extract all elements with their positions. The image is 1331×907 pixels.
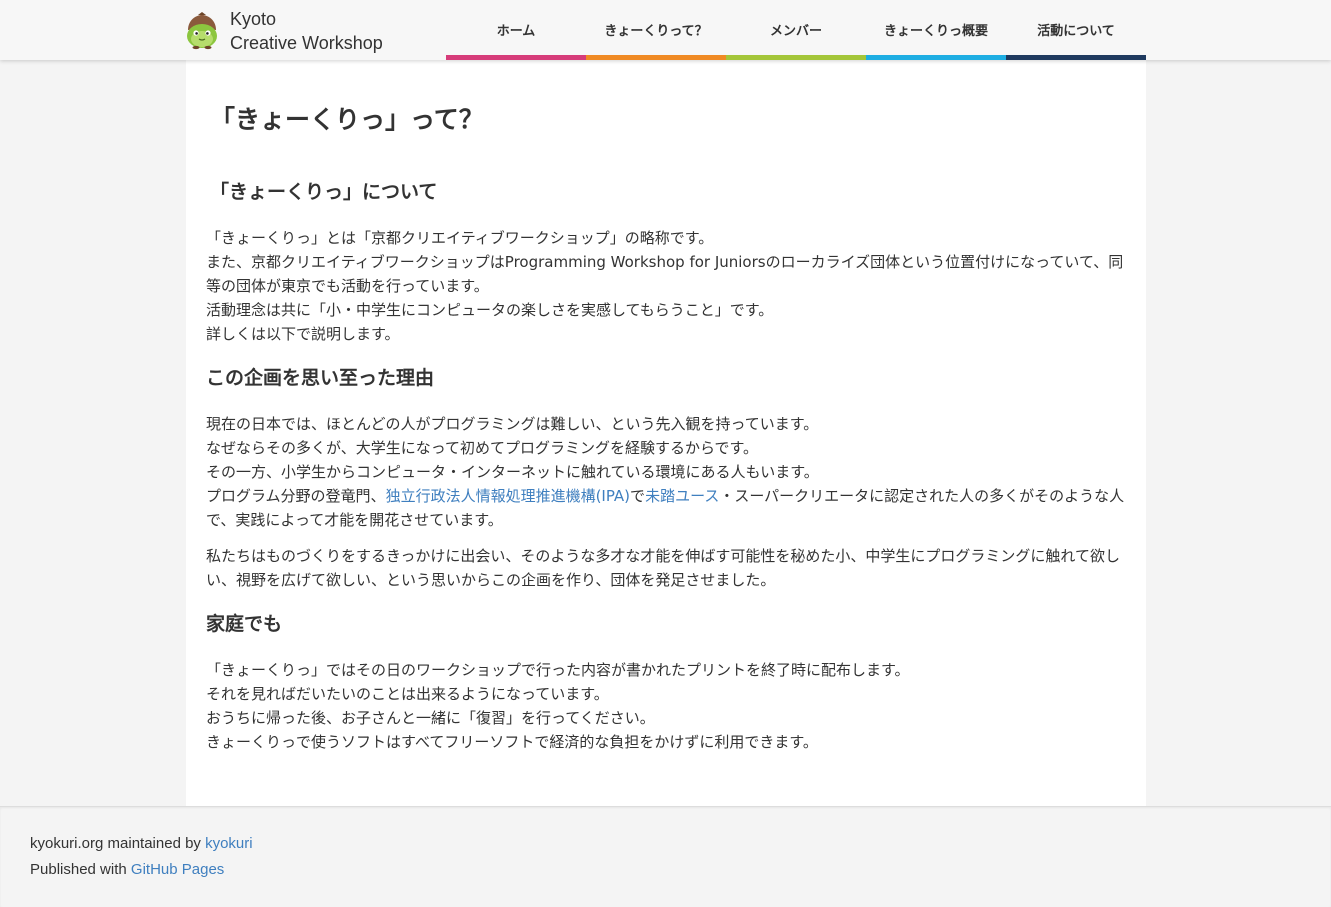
nav-item-home[interactable]: ホーム xyxy=(446,0,586,60)
page-title: 「きょーくりっ」って？ xyxy=(210,105,484,134)
brand-line-2: Creative Workshop xyxy=(230,33,383,53)
article-body: 「きょーくりっ」について 「きょーくりっ」とは「京都クリエイティブワークショップ… xyxy=(206,178,1126,772)
home-line-3: おうちに帰った後、お子さんと一緒に「復習」を行ってください。 xyxy=(206,709,655,727)
reason-line-2: なぜならその多くが、大学生になって初めてプログラミングを経験するからです。 xyxy=(206,439,759,457)
main-content-card: 「きょーくりっ」って？ 「きょーくりっ」について 「きょーくりっ」とは「京都クリ… xyxy=(186,60,1146,806)
section-heading-about: 「きょーくりっ」について xyxy=(210,181,438,203)
site-header: Kyoto Creative Workshop ホーム きょーくりって？ メンバ… xyxy=(0,0,1331,60)
about-paragraph: 「きょーくりっ」とは「京都クリエイティブワークショップ」の略称です。 また、京都… xyxy=(206,226,1126,346)
reason-ipa-line: プログラム分野の登竜門、独立行政法人情報処理推進機構(IPA)で未踏ユース・スー… xyxy=(206,484,1126,532)
site-footer: kyokuri.org maintained by kyokuri Publis… xyxy=(0,806,1331,907)
footer-github-pages-link[interactable]: GitHub Pages xyxy=(131,861,224,878)
footer-published-prefix: Published with xyxy=(30,861,131,878)
footer-maintained-line: kyokuri.org maintained by kyokuri xyxy=(30,835,253,852)
home-line-2: それを見ればだいたいのことは出来るようになっています。 xyxy=(206,685,609,703)
home-line-1: 「きょーくりっ」ではその日のワークショップで行った内容が書かれたプリントを終了時… xyxy=(206,661,910,679)
about-line-3: 活動理念は共に「小・中学生にコンピュータの楽しさを実感してもらうこと」です。 xyxy=(206,301,774,319)
nav-item-members[interactable]: メンバー xyxy=(726,0,866,60)
footer-kyokuri-link[interactable]: kyokuri xyxy=(205,835,253,852)
main-navigation: ホーム きょーくりって？ メンバー きょーくりっ概要 活動について xyxy=(446,0,1146,60)
brand-name: Kyoto Creative Workshop xyxy=(230,7,383,55)
kyokuri-chestnut-mascot-icon xyxy=(187,12,217,50)
nav-item-about[interactable]: きょーくりって？ xyxy=(586,0,726,60)
reason-paragraph-1: 現在の日本では、ほとんどの人がプログラミングは難しい、という先入観を持っています… xyxy=(206,412,1126,532)
footer-maintained-prefix: kyokuri.org maintained by xyxy=(30,835,206,852)
section-heading-reason: この企画を思い至った理由 xyxy=(206,367,435,389)
home-paragraph: 「きょーくりっ」ではその日のワークショップで行った内容が書かれたプリントを終了時… xyxy=(206,658,1126,754)
section-heading-home: 家庭でも xyxy=(206,613,283,635)
about-line-1: 「きょーくりっ」とは「京都クリエイティブワークショップ」の略称です。 xyxy=(206,229,714,247)
brand-line-1: Kyoto xyxy=(230,9,277,29)
reason-paragraph-2: 私たちはものづくりをするきっかけに出会い、そのような多才な才能を伸ばす可能性を秘… xyxy=(206,547,1120,589)
reason-line-3: その一方、小学生からコンピュータ・インターネットに触れている環境にある人もいます… xyxy=(206,463,819,481)
reason-line-1: 現在の日本では、ほとんどの人がプログラミングは難しい、という先入観を持っています… xyxy=(206,415,819,433)
nav-item-activities[interactable]: 活動について xyxy=(1006,0,1146,60)
about-line-4: 詳しくは以下で説明します。 xyxy=(206,325,400,343)
mitou-youth-link[interactable]: 未踏ユース xyxy=(645,487,719,505)
ipa-line-middle: で xyxy=(630,487,646,505)
about-line-2: また、京都クリエイティブワークショップはProgramming Workshop… xyxy=(206,253,1124,295)
site-brand-link[interactable]: Kyoto Creative Workshop xyxy=(184,8,383,54)
nav-item-overview[interactable]: きょーくりっ概要 xyxy=(866,0,1006,60)
ipa-line-prefix: プログラム分野の登竜門、 xyxy=(206,487,386,505)
home-line-4: きょーくりっで使うソフトはすべてフリーソフトで経済的な負担をかけずに利用できます… xyxy=(206,733,818,751)
footer-published-line: Published with GitHub Pages xyxy=(30,861,224,878)
ipa-link[interactable]: 独立行政法人情報処理推進機構(IPA) xyxy=(386,487,630,505)
